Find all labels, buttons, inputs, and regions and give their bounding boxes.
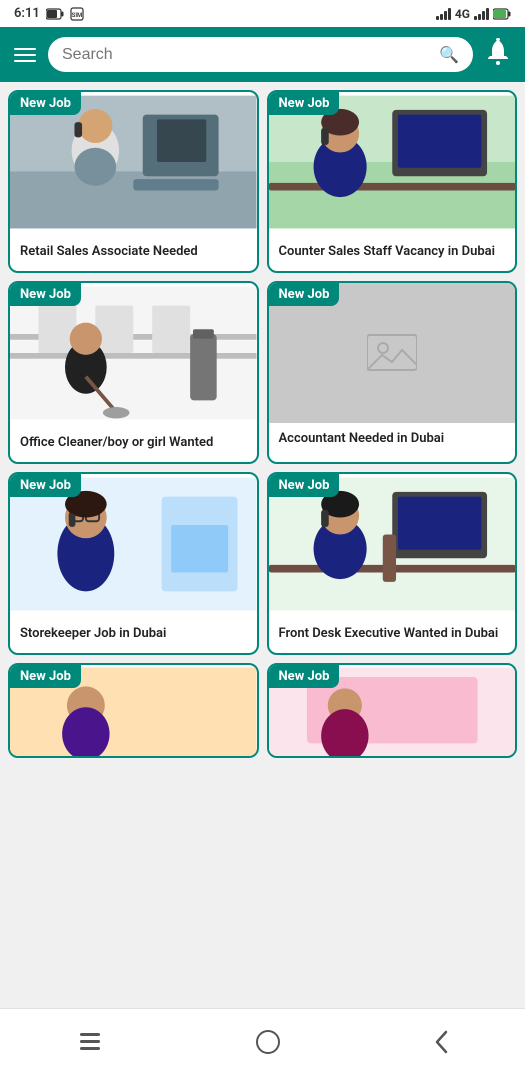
search-container[interactable]: 🔍 — [48, 37, 473, 72]
signal-icon-2 — [474, 8, 489, 20]
notification-bell[interactable] — [485, 38, 511, 72]
job-card-5[interactable]: New Job Storekeeper Job in Dubai — [8, 472, 259, 655]
home-circle-icon — [255, 1029, 281, 1055]
job-card-6[interactable]: New Job Front Desk Executive Wanted in D… — [267, 472, 518, 655]
time-display: 6:11 — [14, 6, 40, 21]
job-card-8[interactable]: New Job — [267, 663, 518, 758]
new-job-badge-2: New Job — [269, 92, 340, 115]
battery-icon — [46, 8, 64, 20]
hamburger-menu[interactable] — [14, 48, 36, 62]
job-card-7[interactable]: New Job — [8, 663, 259, 758]
new-job-badge-6: New Job — [269, 474, 340, 497]
search-icon: 🔍 — [439, 45, 459, 64]
back-chevron-icon — [432, 1029, 450, 1055]
job-title-6: Front Desk Executive Wanted in Dubai — [269, 618, 516, 653]
nav-home-button[interactable] — [235, 1023, 301, 1066]
nav-menu-button[interactable] — [56, 1025, 124, 1064]
status-right: 4G — [436, 7, 511, 21]
menu-lines-icon — [76, 1031, 104, 1053]
app-header: 🔍 — [0, 27, 525, 82]
new-job-badge-1: New Job — [10, 92, 81, 115]
job-card-3[interactable]: New Job Office Cleaner/boy or girl Wante… — [8, 281, 259, 464]
nav-back-button[interactable] — [412, 1023, 470, 1066]
bottom-navigation — [0, 1008, 525, 1080]
sim-icon: SIM — [70, 7, 84, 21]
new-job-badge-5: New Job — [10, 474, 81, 497]
new-job-badge-7: New Job — [10, 665, 81, 688]
new-job-badge-3: New Job — [10, 283, 81, 306]
network-type: 4G — [455, 7, 470, 21]
job-card-2[interactable]: New Job Counter Sales Staff Vacancy in D… — [267, 90, 518, 273]
job-title-1: Retail Sales Associate Needed — [10, 236, 257, 271]
search-input[interactable] — [62, 46, 431, 64]
signal-icon — [436, 8, 451, 20]
job-grid: New Job Retail Sales Associate Needed Ne… — [0, 82, 525, 766]
new-job-badge-8: New Job — [269, 665, 340, 688]
job-title-4: Accountant Needed in Dubai — [269, 423, 516, 458]
job-title-2: Counter Sales Staff Vacancy in Dubai — [269, 236, 516, 271]
new-job-badge-4: New Job — [269, 283, 340, 306]
svg-text:SIM: SIM — [72, 12, 83, 19]
job-title-5: Storekeeper Job in Dubai — [10, 618, 257, 653]
bell-svg — [485, 38, 511, 66]
job-card-4[interactable]: New Job Accountant Needed in Dubai — [267, 281, 518, 464]
job-title-3: Office Cleaner/boy or girl Wanted — [10, 427, 257, 462]
job-card-1[interactable]: New Job Retail Sales Associate Needed — [8, 90, 259, 273]
status-left: 6:11 SIM — [14, 6, 84, 21]
status-bar: 6:11 SIM 4G — [0, 0, 525, 27]
bottom-spacer — [0, 766, 525, 836]
placeholder-icon — [367, 330, 417, 375]
battery-icon-2 — [493, 8, 511, 20]
